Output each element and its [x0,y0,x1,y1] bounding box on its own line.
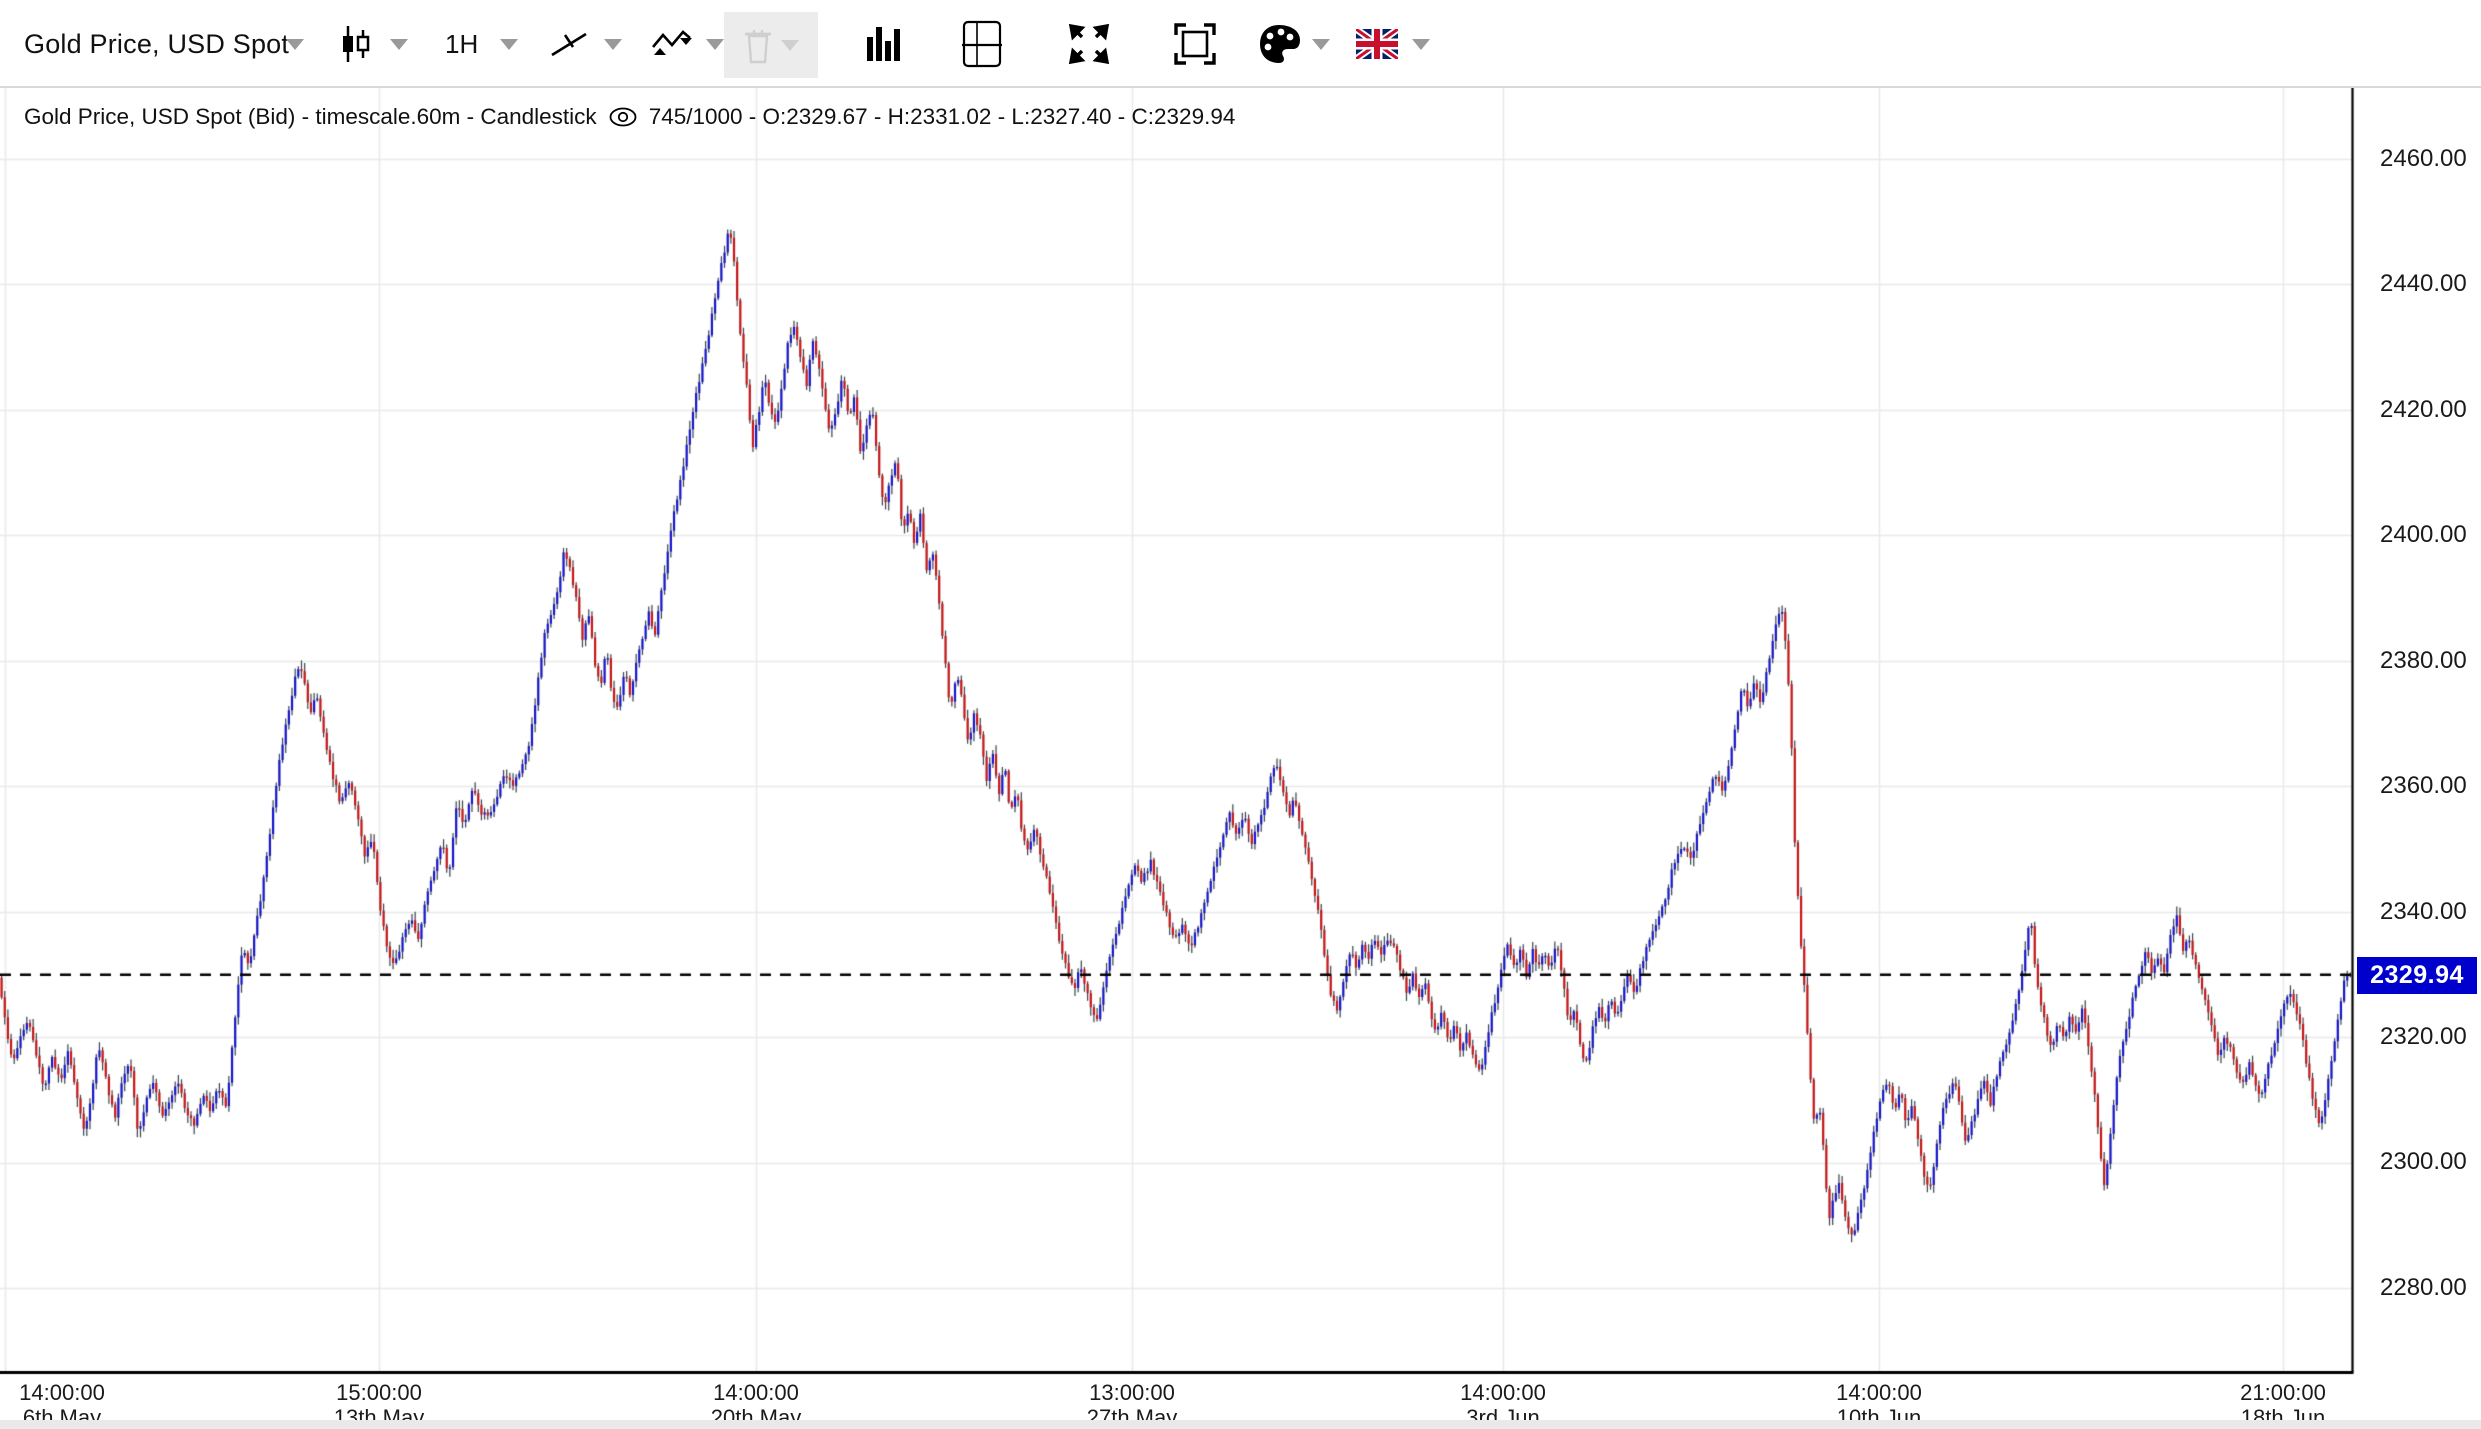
trash-caret-icon [781,40,799,51]
theme-palette-icon[interactable] [1258,0,1302,88]
chart-area: Gold Price, USD Spot (Bid) - timescale.6… [0,88,2481,1429]
symbol-dropdown-caret-icon[interactable] [286,0,304,88]
chart-type-candlestick-icon[interactable] [340,0,374,88]
delete-drawings-button[interactable] [724,12,818,78]
bottom-scroll-strip[interactable] [0,1420,2481,1429]
series-title: Gold Price, USD Spot (Bid) - timescale.6… [24,104,597,130]
trendline-caret-icon[interactable] [604,0,622,88]
y-axis-label: 2360.00 [2380,771,2480,801]
symbol-selector[interactable]: Gold Price, USD Spot [24,0,289,88]
chart-legend: Gold Price, USD Spot (Bid) - timescale.6… [24,102,1235,132]
palette-caret-icon[interactable] [1312,0,1330,88]
candlestick-chart-canvas[interactable] [0,88,2481,1429]
fullscreen-expand-icon[interactable] [1068,0,1110,88]
flag-caret-icon[interactable] [1412,0,1430,88]
y-axis-label: 2340.00 [2380,897,2480,927]
last-price-tag: 2329.94 [2357,957,2477,994]
y-axis-label: 2300.00 [2380,1147,2480,1177]
interval-caret-icon[interactable] [500,0,518,88]
eye-visibility-icon[interactable] [609,107,637,127]
indicator-tool-icon[interactable] [650,0,694,88]
y-axis-label: 2380.00 [2380,646,2480,676]
interval-selector[interactable]: 1H [445,0,478,88]
y-axis-label: 2400.00 [2380,520,2480,550]
trash-icon [743,26,773,64]
crosshair-grid-icon[interactable] [962,0,1004,88]
interval-label: 1H [445,29,478,60]
volume-toggle-icon[interactable] [866,0,902,88]
y-axis-label: 2460.00 [2380,144,2480,174]
ohlc-readout: 745/1000 - O:2329.67 - H:2331.02 - L:232… [649,104,1236,130]
fit-frame-icon[interactable] [1174,0,1216,88]
charting-app: Gold Price, USD Spot 1H [0,0,2481,1429]
symbol-label: Gold Price, USD Spot [24,29,289,60]
y-axis-label: 2320.00 [2380,1022,2480,1052]
y-axis-label: 2280.00 [2380,1273,2480,1303]
indicator-caret-icon[interactable] [706,0,724,88]
chart-type-caret-icon[interactable] [390,0,408,88]
trendline-tool-icon[interactable] [548,0,590,88]
language-flag-uk-icon[interactable] [1356,0,1398,88]
y-axis-label: 2420.00 [2380,395,2480,425]
top-toolbar: Gold Price, USD Spot 1H [0,0,2481,88]
y-axis-label: 2440.00 [2380,269,2480,299]
